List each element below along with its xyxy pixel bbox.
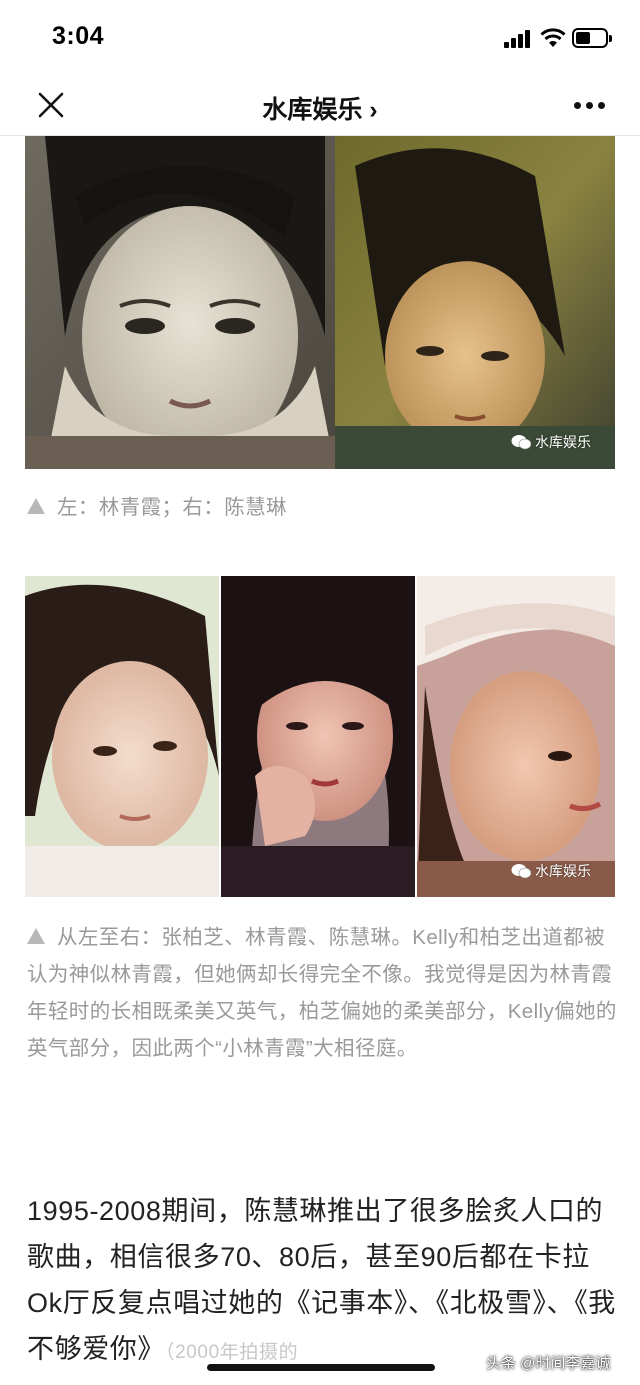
wechat-icon bbox=[511, 863, 531, 879]
account-title-link[interactable]: 水库娱乐 › bbox=[0, 90, 640, 126]
more-button[interactable] bbox=[568, 92, 612, 122]
source-watermark: 头条 @时间李嘉诚 bbox=[486, 1355, 611, 1372]
image-watermark: 水库娱乐 bbox=[511, 861, 591, 881]
wechat-icon bbox=[511, 434, 531, 450]
article-image-2[interactable]: 水库娱乐 bbox=[25, 576, 615, 897]
image-caption-2: 从左至右：张柏芝、林青霞、陈慧琳。Kelly和柏芝出道都被认为神似林青霞，但她俩… bbox=[27, 926, 617, 1060]
image-watermark: 水库娱乐 bbox=[511, 432, 591, 452]
triangle-icon bbox=[27, 498, 45, 514]
article-image-1[interactable]: 水库娱乐 bbox=[25, 136, 615, 469]
triangle-icon bbox=[27, 928, 45, 944]
status-bar: 3:04 bbox=[0, 0, 640, 78]
battery-icon bbox=[572, 28, 612, 48]
article-paragraph-tail: （2000年拍摄的 bbox=[165, 1342, 299, 1363]
status-time: 3:04 bbox=[52, 22, 105, 50]
image-caption-1: 左：林青霞；右：陈慧琳 bbox=[27, 489, 617, 526]
cellular-signal-icon bbox=[504, 30, 534, 48]
home-indicator[interactable] bbox=[207, 1364, 435, 1371]
nav-bar: 水库娱乐 › bbox=[0, 78, 640, 136]
wifi-icon bbox=[540, 28, 566, 48]
article-paragraph: 1995-2008期间，陈慧琳推出了很多脍炙人口的歌曲，相信很多70、80后，甚… bbox=[27, 1196, 616, 1364]
